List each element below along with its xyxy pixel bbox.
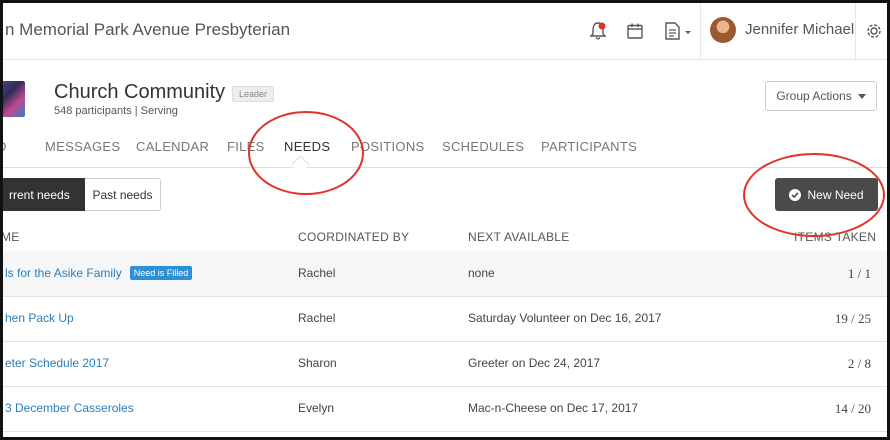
group-meta: 548 participants | Serving xyxy=(54,105,178,117)
new-need-label: New Need xyxy=(807,187,864,202)
group-actions-label: Group Actions xyxy=(776,89,852,103)
table-row[interactable]: hen Pack Up Rachel Saturday Volunteer on… xyxy=(3,296,887,341)
coordinator: Evelyn xyxy=(298,401,335,415)
org-title[interactable]: n Memorial Park Avenue Presbyterian xyxy=(5,20,290,40)
coordinator: Sharon xyxy=(298,356,337,370)
gear-icon[interactable] xyxy=(863,19,885,43)
tab-schedules[interactable]: SCHEDULES xyxy=(442,139,524,154)
next-available: Greeter on Dec 24, 2017 xyxy=(468,356,601,370)
next-available: Saturday Volunteer on Dec 16, 2017 xyxy=(468,311,662,325)
column-header-next-available[interactable]: NEXT AVAILABLE xyxy=(468,230,570,244)
avatar[interactable] xyxy=(710,17,736,43)
group-photo xyxy=(3,81,25,117)
caret-down-icon xyxy=(857,93,866,99)
current-needs-toggle[interactable]: rrent needs xyxy=(3,178,85,211)
need-name-link[interactable]: 3 December Casseroles xyxy=(5,401,134,415)
document-menu-icon[interactable] xyxy=(661,19,695,43)
tab-positions[interactable]: POSITIONS xyxy=(351,139,425,154)
items-taken: 19 / 25 xyxy=(834,311,871,326)
tab-calendar[interactable]: CALENDAR xyxy=(136,139,209,154)
table-row[interactable]: eter Schedule 2017 Sharon Greeter on Dec… xyxy=(3,341,887,386)
new-need-button[interactable]: New Need xyxy=(775,178,878,211)
separator xyxy=(700,3,701,59)
tab-needs[interactable]: NEEDS xyxy=(284,139,330,154)
group-tabs: D MESSAGES CALENDAR FILES NEEDS POSITION… xyxy=(3,129,887,174)
column-header-coordinated-by[interactable]: COORDINATED BY xyxy=(298,230,409,244)
need-name-link[interactable]: eter Schedule 2017 xyxy=(5,356,109,370)
need-name-link[interactable]: hen Pack Up xyxy=(5,311,74,325)
next-available: none xyxy=(468,266,495,280)
top-bar: n Memorial Park Avenue Presbyterian Jenn… xyxy=(3,3,887,60)
calendar-icon[interactable] xyxy=(623,19,647,43)
role-badge: Leader xyxy=(232,86,275,102)
group-header: Church Community Leader 548 participants… xyxy=(3,59,887,129)
check-circle-icon xyxy=(789,188,802,201)
status-badge: Need is Filled xyxy=(129,266,193,280)
coordinator: Rachel xyxy=(298,311,336,325)
divider xyxy=(3,431,887,432)
table-row[interactable]: 3 December Casseroles Evelyn Mac-n-Chees… xyxy=(3,386,887,431)
separator xyxy=(855,3,856,59)
past-needs-toggle[interactable]: Past needs xyxy=(85,178,161,211)
table-row[interactable]: ls for the Asike Family Need is Filled Ra… xyxy=(3,251,887,296)
tab-participants[interactable]: PARTICIPANTS xyxy=(541,139,637,154)
group-actions-button[interactable]: Group Actions xyxy=(765,81,877,111)
user-name[interactable]: Jennifer Michael xyxy=(745,21,854,38)
tab-messages[interactable]: MESSAGES xyxy=(45,139,120,154)
items-taken: 14 / 20 xyxy=(834,401,871,416)
group-name: Church Community xyxy=(54,81,226,103)
notification-bell-icon[interactable] xyxy=(586,19,610,43)
need-name-link[interactable]: ls for the Asike Family xyxy=(5,266,122,280)
tab-files[interactable]: FILES xyxy=(227,139,265,154)
items-taken: 1 / 1 xyxy=(847,266,871,281)
column-header-name[interactable]: ME xyxy=(3,230,20,244)
app-window: n Memorial Park Avenue Presbyterian Jenn… xyxy=(0,0,890,440)
next-available: Mac-n-Cheese on Dec 17, 2017 xyxy=(468,401,639,415)
items-taken: 2 / 8 xyxy=(847,356,871,371)
tab-partial[interactable]: D xyxy=(3,139,7,154)
column-header-items-taken[interactable]: ITEMS TAKEN xyxy=(794,230,876,244)
active-tab-indicator xyxy=(291,155,310,174)
coordinator: Rachel xyxy=(298,266,336,280)
